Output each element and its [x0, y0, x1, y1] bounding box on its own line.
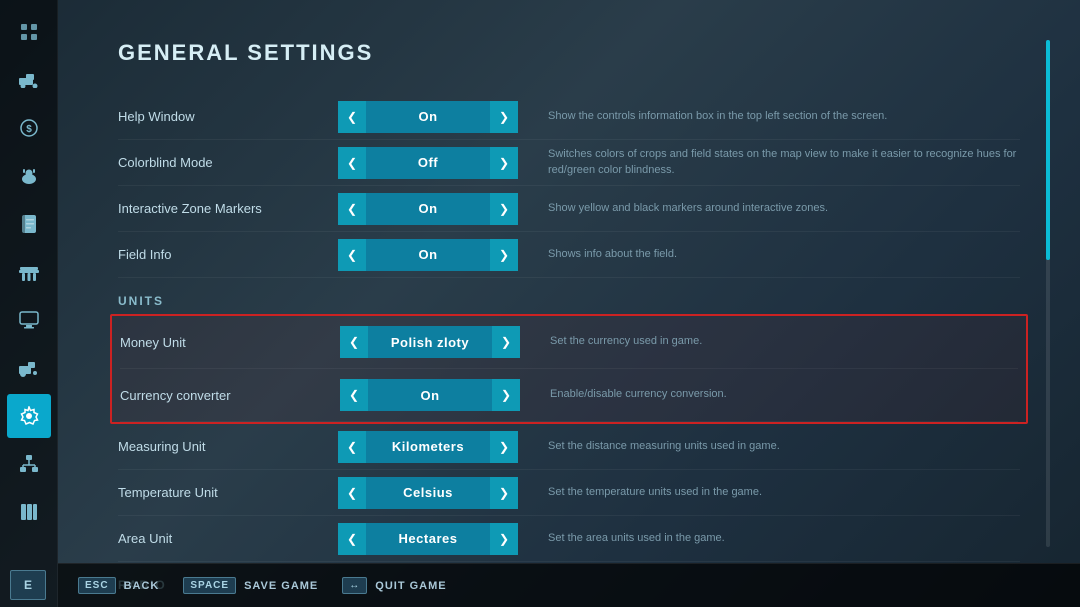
- control-field-info: ❮ On ❯: [338, 239, 518, 271]
- value-area-unit: Hectares: [366, 523, 490, 555]
- next-btn-area-unit[interactable]: ❯: [490, 523, 518, 555]
- prev-btn-area-unit[interactable]: ❮: [338, 523, 366, 555]
- label-help-window: Help Window: [118, 109, 338, 124]
- control-currency-converter: ❮ On ❯: [340, 379, 520, 411]
- control-area-unit: ❮ Hectares ❯: [338, 523, 518, 555]
- label-currency-converter: Currency converter: [120, 388, 340, 403]
- prev-btn-measuring-unit[interactable]: ❮: [338, 431, 366, 463]
- setting-row-money-unit: Money Unit ❮ Polish zloty ❯ Set the curr…: [120, 316, 1018, 369]
- next-btn-temperature-unit[interactable]: ❯: [490, 477, 518, 509]
- setting-row-field-info: Field Info ❮ On ❯ Shows info about the f…: [118, 232, 1020, 278]
- sidebar-item-org[interactable]: [7, 442, 51, 486]
- save-game-button[interactable]: SPACE SAVE GAME: [183, 577, 318, 594]
- control-help-window: ❮ On ❯: [338, 101, 518, 133]
- sidebar-item-tractor2[interactable]: [7, 346, 51, 390]
- control-measuring-unit: ❮ Kilometers ❯: [338, 431, 518, 463]
- control-money-unit: ❮ Polish zloty ❯: [340, 326, 520, 358]
- desc-zone-markers: Show yellow and black markers around int…: [548, 201, 1020, 216]
- next-btn-field-info[interactable]: ❯: [490, 239, 518, 271]
- next-btn-measuring-unit[interactable]: ❯: [490, 431, 518, 463]
- e-button[interactable]: E: [10, 570, 46, 600]
- control-zone-markers: ❮ On ❯: [338, 193, 518, 225]
- prev-btn-currency-converter[interactable]: ❮: [340, 379, 368, 411]
- desc-currency-converter: Enable/disable currency conversion.: [550, 387, 1018, 402]
- scroll-track[interactable]: [1046, 40, 1050, 547]
- svg-text:$: $: [26, 124, 32, 135]
- next-btn-help-window[interactable]: ❯: [490, 101, 518, 133]
- sidebar-item-book[interactable]: [7, 202, 51, 246]
- value-money-unit: Polish zloty: [368, 326, 492, 358]
- desc-temperature-unit: Set the temperature units used in the ga…: [548, 485, 1020, 500]
- quit-game-button[interactable]: ↔ QUIT GAME: [342, 577, 446, 594]
- next-btn-money-unit[interactable]: ❯: [492, 326, 520, 358]
- prev-btn-zone-markers[interactable]: ❮: [338, 193, 366, 225]
- setting-row-temperature-unit: Temperature Unit ❮ Celsius ❯ Set the tem…: [118, 470, 1020, 516]
- quit-game-label: QUIT GAME: [375, 580, 446, 592]
- prev-btn-help-window[interactable]: ❮: [338, 101, 366, 133]
- next-btn-zone-markers[interactable]: ❯: [490, 193, 518, 225]
- setting-row-colorblind: Colorblind Mode ❮ Off ❯ Switches colors …: [118, 140, 1020, 186]
- control-colorblind: ❮ Off ❯: [338, 147, 518, 179]
- setting-row-zone-markers: Interactive Zone Markers ❮ On ❯ Show yel…: [118, 186, 1020, 232]
- value-colorblind: Off: [366, 147, 490, 179]
- sidebar-item-animals[interactable]: [7, 154, 51, 198]
- desc-measuring-unit: Set the distance measuring units used in…: [548, 439, 1020, 454]
- value-currency-converter: On: [368, 379, 492, 411]
- control-temperature-unit: ❮ Celsius ❯: [338, 477, 518, 509]
- label-temperature-unit: Temperature Unit: [118, 485, 338, 500]
- label-field-info: Field Info: [118, 247, 338, 262]
- desc-area-unit: Set the area units used in the game.: [548, 531, 1020, 546]
- page-title: GENERAL SETTINGS: [118, 40, 1020, 66]
- setting-row-currency-converter: Currency converter ❮ On ❯ Enable/disable…: [120, 369, 1018, 422]
- value-zone-markers: On: [366, 193, 490, 225]
- value-help-window: On: [366, 101, 490, 133]
- sidebar-item-settings[interactable]: [7, 394, 51, 438]
- prev-btn-field-info[interactable]: ❮: [338, 239, 366, 271]
- label-colorblind: Colorblind Mode: [118, 155, 338, 170]
- label-area-unit: Area Unit: [118, 531, 338, 546]
- sidebar-item-vehicle[interactable]: [7, 58, 51, 102]
- sidebar-item-library[interactable]: [7, 490, 51, 534]
- prev-btn-temperature-unit[interactable]: ❮: [338, 477, 366, 509]
- value-temperature-unit: Celsius: [366, 477, 490, 509]
- next-btn-colorblind[interactable]: ❯: [490, 147, 518, 179]
- sidebar-item-money[interactable]: $: [7, 106, 51, 150]
- label-money-unit: Money Unit: [120, 335, 340, 350]
- label-measuring-unit: Measuring Unit: [118, 439, 338, 454]
- back-label: BACK: [124, 580, 160, 592]
- desc-money-unit: Set the currency used in game.: [550, 334, 1018, 349]
- section-units-header: UNITS: [118, 278, 1020, 314]
- desc-help-window: Show the controls information box in the…: [548, 109, 1020, 124]
- sidebar-item-map[interactable]: [7, 10, 51, 54]
- value-field-info: On: [366, 239, 490, 271]
- sidebar-item-monitor[interactable]: [7, 298, 51, 342]
- prev-btn-colorblind[interactable]: ❮: [338, 147, 366, 179]
- label-zone-markers: Interactive Zone Markers: [118, 201, 338, 216]
- arrows-key: ↔: [342, 577, 367, 594]
- main-content: GENERAL SETTINGS Help Window ❮ On ❯ Show…: [58, 0, 1080, 607]
- sidebar-item-workers[interactable]: [7, 250, 51, 294]
- setting-row-help-window: Help Window ❮ On ❯ Show the controls inf…: [118, 94, 1020, 140]
- setting-row-area-unit: Area Unit ❮ Hectares ❯ Set the area unit…: [118, 516, 1020, 562]
- value-measuring-unit: Kilometers: [366, 431, 490, 463]
- prev-btn-money-unit[interactable]: ❮: [340, 326, 368, 358]
- scroll-thumb[interactable]: [1046, 40, 1050, 260]
- desc-field-info: Shows info about the field.: [548, 247, 1020, 262]
- esc-key: ESC: [78, 577, 116, 594]
- setting-row-measuring-unit: Measuring Unit ❮ Kilometers ❯ Set the di…: [118, 424, 1020, 470]
- units-highlight-box: Money Unit ❮ Polish zloty ❯ Set the curr…: [110, 314, 1028, 424]
- desc-colorblind: Switches colors of crops and field state…: [548, 147, 1020, 178]
- bottom-bar: ESC BACK SPACE SAVE GAME ↔ QUIT GAME: [58, 563, 1080, 607]
- space-key: SPACE: [183, 577, 236, 594]
- next-btn-currency-converter[interactable]: ❯: [492, 379, 520, 411]
- back-button[interactable]: ESC BACK: [78, 577, 159, 594]
- save-game-label: SAVE GAME: [244, 580, 318, 592]
- sidebar: $: [0, 0, 58, 607]
